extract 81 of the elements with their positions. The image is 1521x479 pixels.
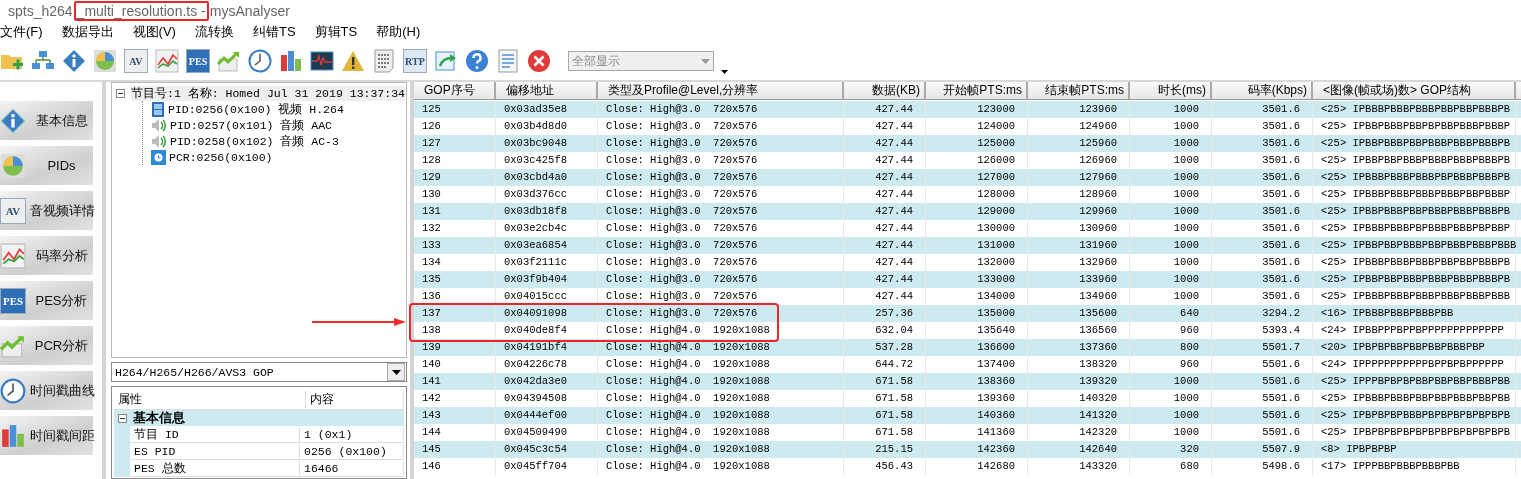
view-dropdown[interactable]: H264/H265/H266/AVS3 GOP [111,362,407,382]
table-cell: <17> IPPPBBPBBBPBBBPBB [1313,458,1516,475]
info-icon [0,107,26,134]
column-header: 内容 [306,390,404,408]
av-icon[interactable]: AV [124,48,148,74]
sidebar-button[interactable]: AV 音视频详情 [0,191,93,230]
table-cell: 143320 [1028,458,1130,475]
bar-chart-icon [0,422,26,449]
export-icon[interactable] [434,48,458,74]
column-header[interactable]: <图像(帧或场)数> GOP结构 [1313,82,1516,99]
help-icon[interactable] [465,48,489,74]
menu-item[interactable]: 纠错TS [252,23,296,41]
sidebar-button[interactable]: PIDs [0,146,93,185]
column-header[interactable]: 结束帧PTS:ms [1028,82,1130,99]
av-icon: AV [0,197,26,224]
speaker-icon [151,117,167,133]
clock-icon[interactable] [248,48,272,74]
binary-file-icon[interactable] [372,48,396,74]
column-header[interactable]: 类型及Profile@Level,分辨率 [598,82,844,99]
group-title: 基本信息 [133,409,185,427]
tree-item[interactable]: PID:0256(0x100) 视频 H.264 [168,101,344,117]
window-title: mysAnalyser [208,2,291,21]
collapse-toggle[interactable] [116,88,125,98]
property-value: 16466 [300,461,404,475]
tree-item[interactable]: 节目号:1 名称: Homed Jul 31 2019 13:37:34 [131,85,405,101]
menu-item[interactable]: 流转换 [194,23,234,41]
column-header[interactable]: 开始帧PTS:ms [926,82,1028,99]
clock-icon [0,377,26,404]
film-icon [151,101,165,117]
menu-item[interactable]: 文件(F) [0,23,43,41]
property-name: PES 总数 [130,460,300,476]
window-title: spts_h264 [7,2,74,21]
column-header[interactable]: 码率(Kbps) [1212,82,1313,99]
clock-icon [151,149,166,165]
menu-item[interactable]: 数据导出 [61,23,114,41]
caret-icon [700,58,710,64]
sidebar-button[interactable]: 时间戳间距 [0,416,93,455]
document-icon[interactable] [496,48,520,74]
menu-item[interactable]: 剪辑TS [314,23,358,41]
info-icon[interactable] [62,48,86,74]
table-cell: Close: High@4.0 1920x1088 [598,458,844,475]
table-cell: 146 [414,458,496,475]
sidebar-button[interactable]: PCR分析 [0,326,93,365]
pes-icon[interactable]: PES [186,48,210,74]
line-chart-icon[interactable] [155,48,179,74]
table-cell: 680 [1130,458,1212,475]
column-header[interactable]: GOP序号 [414,82,496,99]
table-cell: 5498.6 [1212,458,1313,475]
rtp-icon[interactable]: RTP [403,48,427,74]
property-value: 1 (0x1) [300,427,404,441]
table-cell: 456.43 [844,458,926,475]
pie-chart-icon[interactable] [93,48,117,74]
highlighted-title-text: _multi_resolution.ts - [73,1,209,21]
menu-item[interactable]: 帮助(H) [376,23,421,41]
property-name: 节目 ID [130,426,300,442]
tree-item[interactable]: PID:0257(0x101) 音频 AAC [170,117,333,133]
column-header[interactable]: 数据(KB) [844,82,926,99]
caret-icon[interactable] [721,70,728,74]
pes-icon: PES [0,287,26,314]
sidebar-button[interactable]: 码率分析 [0,236,93,275]
tree-item[interactable]: PID:0258(0x102) 音频 AC-3 [170,133,339,149]
close-icon[interactable] [527,48,551,74]
bar-chart-icon[interactable] [279,48,303,74]
table-cell: 0x045ff704 [496,458,598,475]
speaker-icon [151,133,167,149]
column-header: 属性 [114,390,306,408]
sidebar-button[interactable]: 时间戳曲线 [0,371,93,410]
menu-item[interactable]: 视图(V) [132,23,176,41]
pie-chart-icon [0,152,26,179]
tree-item[interactable]: PCR:0256(0x100) [169,150,273,164]
line-chart-icon [0,242,26,269]
caret-icon [391,369,401,375]
column-header[interactable]: 偏移地址 [496,82,598,99]
table-cell: 142680 [926,458,1028,475]
property-value: 0256 (0x100) [300,444,404,458]
column-header[interactable]: 时长(ms) [1130,82,1212,99]
sidebar-button[interactable]: 基本信息 [0,101,93,140]
collapse-toggle[interactable] [118,413,127,423]
property-name: ES PID [130,444,300,458]
waveform-icon[interactable] [310,48,334,74]
sidebar-button[interactable]: PES PES分析 [0,281,93,320]
